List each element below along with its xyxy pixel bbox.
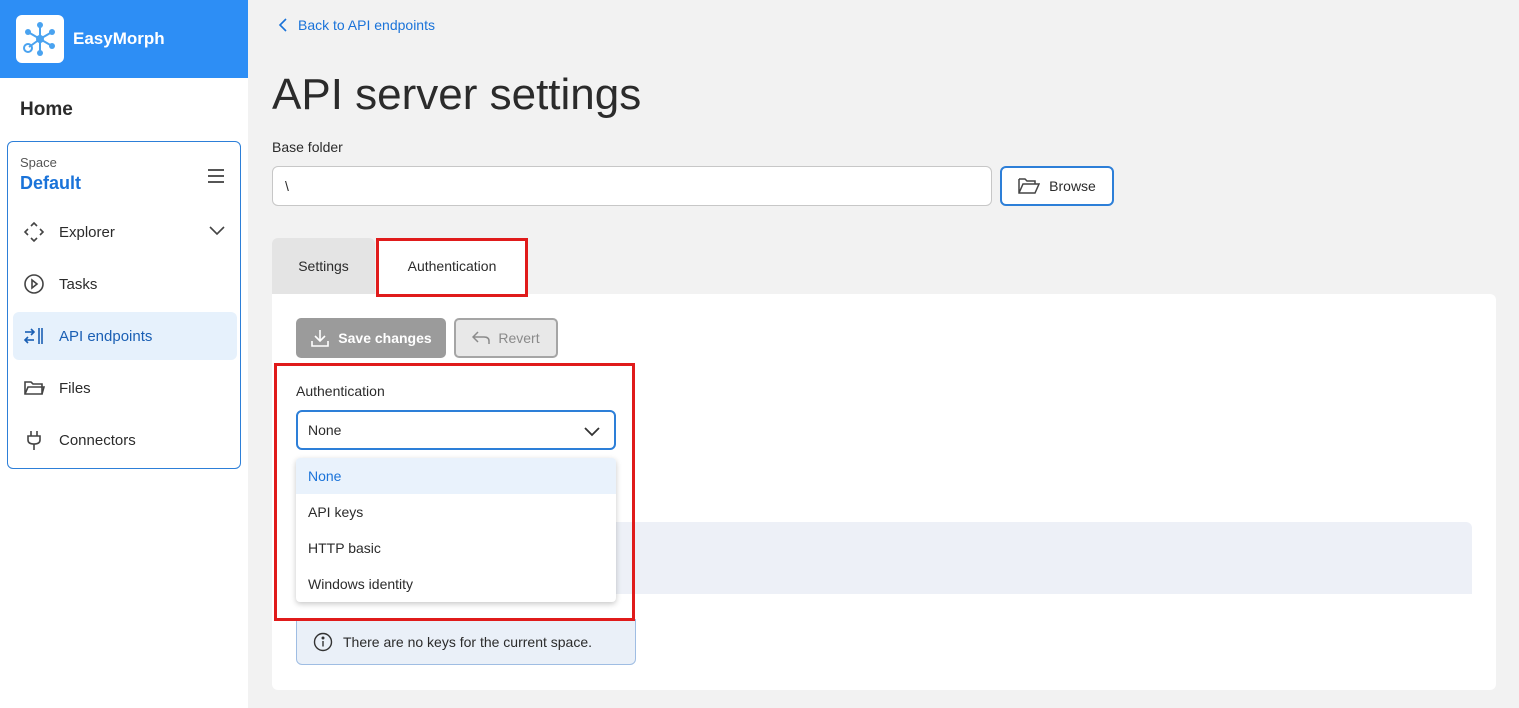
play-circle-icon xyxy=(23,273,45,295)
tab-authentication[interactable]: Authentication xyxy=(376,238,528,294)
brand-header: EasyMorph xyxy=(0,0,248,78)
dropdown-option-none[interactable]: None xyxy=(296,458,616,494)
space-panel: Space Default Explorer Tasks API endpoin… xyxy=(7,141,241,469)
save-changes-button[interactable]: Save changes xyxy=(296,318,446,358)
revert-button[interactable]: Revert xyxy=(454,318,558,358)
authentication-label: Authentication xyxy=(296,383,385,399)
tab-settings[interactable]: Settings xyxy=(272,238,375,294)
sidebar-item-tasks[interactable]: Tasks xyxy=(13,260,237,308)
sidebar-item-api-endpoints[interactable]: API endpoints xyxy=(13,312,237,360)
sidebar-item-explorer[interactable]: Explorer xyxy=(13,208,237,256)
info-icon xyxy=(313,632,333,652)
dropdown-option-http-basic[interactable]: HTTP basic xyxy=(296,530,616,566)
authentication-selected-value: None xyxy=(308,422,342,438)
tab-label: Authentication xyxy=(407,258,497,274)
sidebar-item-label: Explorer xyxy=(59,223,115,241)
chevron-left-icon xyxy=(278,18,287,32)
easymorph-logo-icon xyxy=(16,15,64,63)
download-icon xyxy=(311,330,330,347)
authentication-select[interactable]: None xyxy=(296,410,616,450)
brand-name: EasyMorph xyxy=(73,29,165,48)
folder-open-icon xyxy=(1018,178,1041,194)
base-folder-input[interactable] xyxy=(272,166,992,206)
browse-label: Browse xyxy=(1049,178,1096,194)
space-name[interactable]: Default xyxy=(20,173,81,194)
page-title: API server settings xyxy=(272,70,642,119)
keys-table-header xyxy=(616,522,1472,594)
browse-button[interactable]: Browse xyxy=(1000,166,1114,206)
sidebar-item-label: API endpoints xyxy=(59,327,153,345)
no-keys-info-box: There are no keys for the current space. xyxy=(296,619,636,665)
sidebar-item-files[interactable]: Files xyxy=(13,364,237,412)
info-message: There are no keys for the current space. xyxy=(343,634,593,650)
explorer-icon xyxy=(23,221,45,243)
plug-icon xyxy=(23,429,45,451)
hamburger-menu-icon[interactable] xyxy=(206,167,226,185)
chevron-down-icon[interactable] xyxy=(209,223,225,240)
sidebar-item-label: Connectors xyxy=(59,431,136,449)
authentication-dropdown-list: None API keys HTTP basic Windows identit… xyxy=(296,458,616,602)
save-changes-label: Save changes xyxy=(338,330,432,346)
sidebar: EasyMorph Home Space Default Explorer Ta… xyxy=(0,0,248,708)
home-link[interactable]: Home xyxy=(20,99,73,121)
base-folder-label: Base folder xyxy=(272,139,343,155)
dropdown-option-windows-identity[interactable]: Windows identity xyxy=(296,566,616,602)
sidebar-item-label: Files xyxy=(59,379,91,397)
chevron-down-icon xyxy=(584,424,600,440)
revert-label: Revert xyxy=(498,330,540,346)
space-label: Space xyxy=(20,155,57,170)
folder-icon xyxy=(23,377,45,399)
sidebar-item-label: Tasks xyxy=(59,275,98,293)
dropdown-option-api-keys[interactable]: API keys xyxy=(296,494,616,530)
back-link-label: Back to API endpoints xyxy=(298,17,435,33)
sidebar-item-connectors[interactable]: Connectors xyxy=(13,416,237,464)
api-arrows-icon xyxy=(23,325,45,347)
tab-label: Settings xyxy=(298,258,349,274)
undo-icon xyxy=(472,331,491,344)
back-link[interactable]: Back to API endpoints xyxy=(278,17,435,33)
